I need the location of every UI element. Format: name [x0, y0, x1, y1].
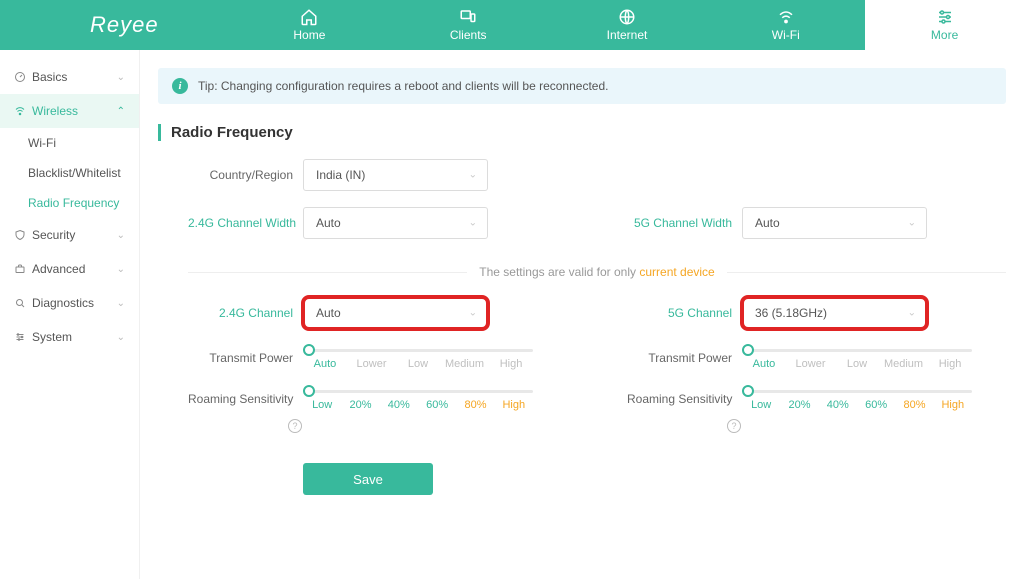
chevron-down-icon: ⌄	[117, 332, 125, 343]
roam24-ticks: Low 20% 40% 60% 80% High	[303, 399, 533, 411]
sidebar-item-label: Advanced	[32, 262, 85, 276]
wifi-icon	[777, 8, 795, 26]
divider-text: The settings are valid for only	[479, 265, 639, 279]
sidebar-item-diagnostics[interactable]: Diagnostics ⌄	[0, 286, 139, 320]
sidebar-sub-blacklist[interactable]: Blacklist/Whitelist	[0, 158, 139, 188]
sidebar-item-wireless[interactable]: Wireless ⌃	[0, 94, 139, 128]
country-select[interactable]: India (IN) ⌄	[303, 159, 488, 191]
select-value: India (IN)	[316, 168, 365, 182]
roam24-slider[interactable]: Low 20% 40% 60% 80% High	[303, 386, 533, 411]
chan5-select[interactable]: 36 (5.18GHz) ⌄	[742, 297, 927, 329]
tx24-label: Transmit Power	[188, 351, 303, 365]
settings-icon	[14, 331, 26, 343]
sidebar-item-basics[interactable]: Basics ⌄	[0, 60, 139, 94]
tab-label: Clients	[450, 28, 487, 42]
main-tabs: Home Clients Internet Wi-Fi More	[230, 0, 1024, 50]
sidebar-item-label: Diagnostics	[32, 296, 94, 310]
section-divider: The settings are valid for only current …	[188, 265, 1006, 279]
chevron-down-icon: ⌄	[117, 264, 125, 275]
chevron-down-icon: ⌄	[117, 298, 125, 309]
tab-label: More	[931, 28, 958, 42]
home-icon	[300, 8, 318, 26]
chan24-select[interactable]: Auto ⌄	[303, 297, 488, 329]
country-label: Country/Region	[188, 168, 303, 182]
chevron-down-icon: ⌄	[469, 170, 477, 181]
tab-wifi[interactable]: Wi-Fi	[706, 0, 865, 50]
tip-text: Tip: Changing configuration requires a r…	[198, 79, 608, 93]
sidebar: Basics ⌄ Wireless ⌃ Wi-Fi Blacklist/Whit…	[0, 50, 140, 579]
tx5-ticks: Auto Lower Low Medium High	[742, 358, 972, 370]
chevron-down-icon: ⌄	[117, 230, 125, 241]
tx5-slider[interactable]: Auto Lower Low Medium High	[742, 345, 972, 370]
tab-home[interactable]: Home	[230, 0, 389, 50]
tab-label: Internet	[607, 28, 648, 42]
devices-icon	[459, 8, 477, 26]
roam5-slider[interactable]: Low 20% 40% 60% 80% High	[742, 386, 972, 411]
tx24-ticks: Auto Lower Low Medium High	[303, 358, 533, 370]
select-value: 36 (5.18GHz)	[755, 306, 827, 320]
width24-label: 2.4G Channel Width	[188, 216, 303, 230]
dashboard-icon	[14, 71, 26, 83]
page-title: Radio Frequency	[158, 124, 1006, 141]
main-content: i Tip: Changing configuration requires a…	[140, 50, 1024, 579]
width24-select[interactable]: Auto ⌄	[303, 207, 488, 239]
briefcase-icon	[14, 263, 26, 275]
tx24-slider[interactable]: Auto Lower Low Medium High	[303, 345, 533, 370]
chevron-down-icon: ⌄	[117, 72, 125, 83]
roam5-label: Roaming Sensitivity	[627, 392, 742, 406]
chevron-down-icon: ⌄	[469, 308, 477, 319]
sidebar-item-advanced[interactable]: Advanced ⌄	[0, 252, 139, 286]
tab-label: Wi-Fi	[772, 28, 800, 42]
sidebar-item-label: Wireless	[32, 104, 78, 118]
tab-clients[interactable]: Clients	[389, 0, 548, 50]
sidebar-item-label: System	[32, 330, 72, 344]
tab-label: Home	[293, 28, 325, 42]
select-value: Auto	[316, 216, 341, 230]
sidebar-item-label: Security	[32, 228, 75, 242]
globe-icon	[618, 8, 636, 26]
shield-icon	[14, 229, 26, 241]
help-icon[interactable]: ?	[727, 419, 741, 433]
divider-accent: current device	[639, 265, 714, 279]
save-button[interactable]: Save	[303, 463, 433, 495]
brand-logo: Reyee	[0, 0, 230, 50]
width5-select[interactable]: Auto ⌄	[742, 207, 927, 239]
help-icon[interactable]: ?	[288, 419, 302, 433]
width5-label: 5G Channel Width	[627, 216, 742, 230]
sidebar-sub-radio[interactable]: Radio Frequency	[0, 188, 139, 218]
chevron-down-icon: ⌄	[469, 218, 477, 229]
tab-internet[interactable]: Internet	[548, 0, 707, 50]
tx5-label: Transmit Power	[627, 351, 742, 365]
magnify-icon	[14, 297, 26, 309]
info-icon: i	[172, 78, 188, 94]
select-value: Auto	[316, 306, 341, 320]
top-header: Reyee Home Clients Internet Wi-Fi More	[0, 0, 1024, 50]
chevron-up-icon: ⌃	[117, 106, 125, 117]
select-value: Auto	[755, 216, 780, 230]
roam5-ticks: Low 20% 40% 60% 80% High	[742, 399, 972, 411]
sidebar-item-system[interactable]: System ⌄	[0, 320, 139, 354]
chevron-down-icon: ⌄	[908, 308, 916, 319]
chevron-down-icon: ⌄	[908, 218, 916, 229]
roam24-label: Roaming Sensitivity	[188, 392, 303, 406]
chan5-label: 5G Channel	[627, 306, 742, 320]
sidebar-item-label: Basics	[32, 70, 67, 84]
tab-more[interactable]: More	[865, 0, 1024, 50]
wifi-icon	[14, 105, 26, 117]
sidebar-sub-wifi[interactable]: Wi-Fi	[0, 128, 139, 158]
sliders-icon	[936, 8, 954, 26]
sidebar-item-security[interactable]: Security ⌄	[0, 218, 139, 252]
info-tip: i Tip: Changing configuration requires a…	[158, 68, 1006, 104]
chan24-label: 2.4G Channel	[188, 306, 303, 320]
